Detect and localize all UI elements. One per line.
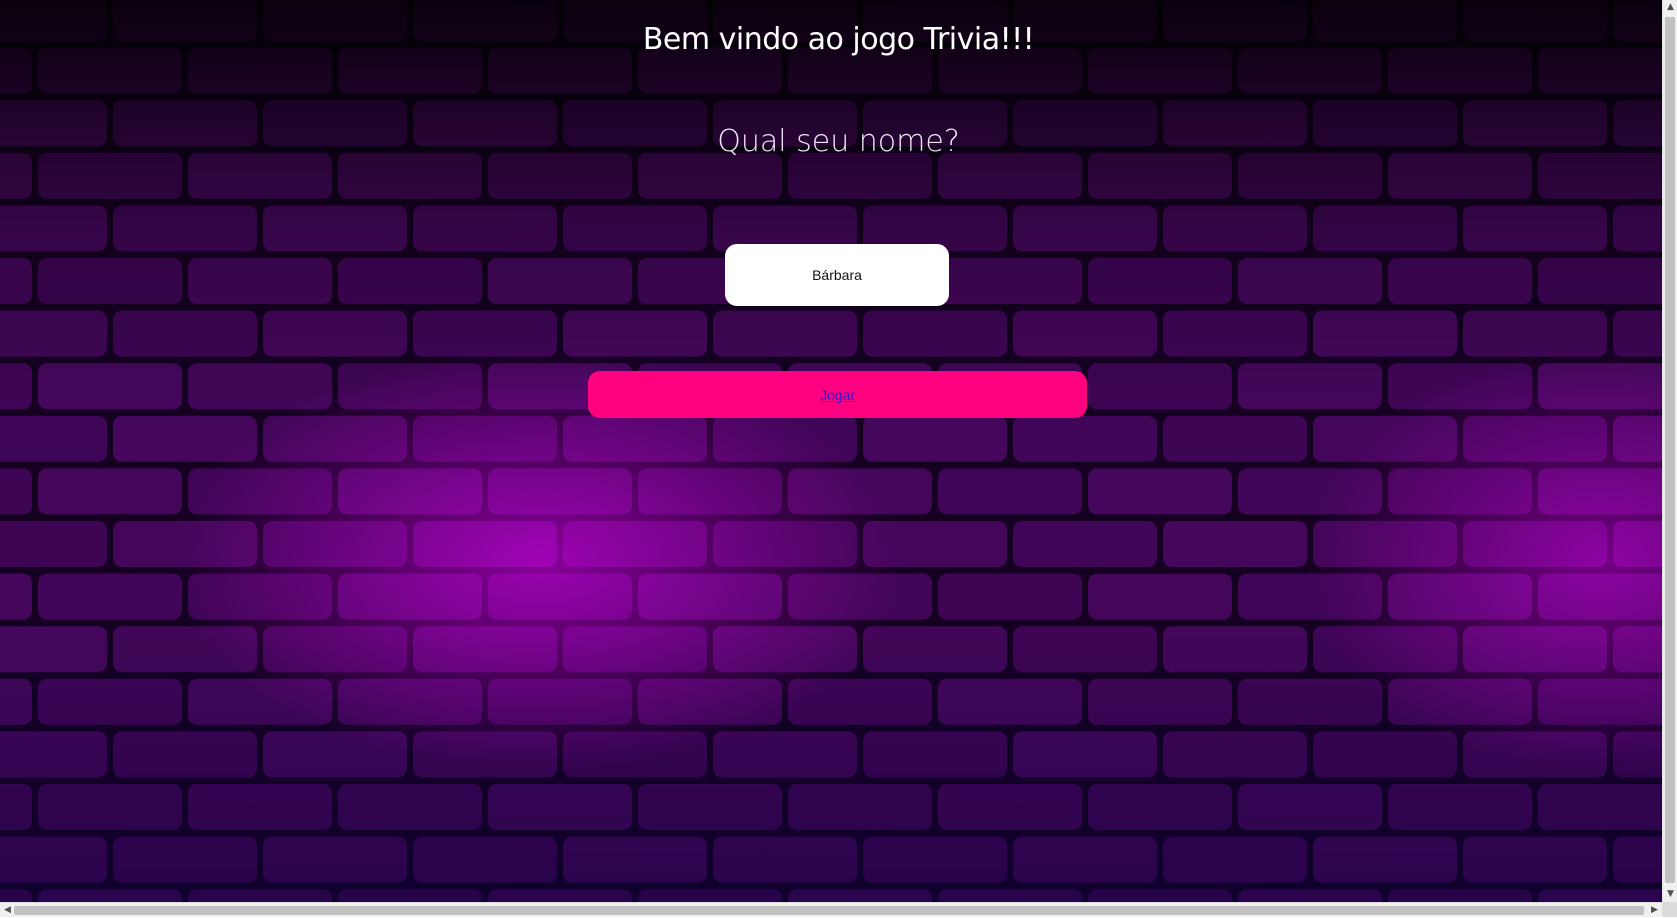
page-title: Bem vindo ao jogo Trivia!!! — [642, 22, 1035, 57]
page-viewport: Bem vindo ao jogo Trivia!!! Qual seu nom… — [0, 0, 1662, 902]
scroll-right-arrow-icon[interactable]: ▶ — [1647, 903, 1662, 918]
scroll-up-arrow-icon[interactable]: ▲ — [1663, 0, 1677, 15]
scroll-down-arrow-icon[interactable]: ▼ — [1663, 887, 1677, 902]
vertical-scroll-thumb[interactable] — [1665, 17, 1675, 883]
horizontal-scrollbar[interactable]: ◀ ▶ — [0, 902, 1662, 917]
welcome-screen: Bem vindo ao jogo Trivia!!! Qual seu nom… — [0, 0, 1662, 902]
player-name-input[interactable] — [725, 244, 949, 306]
scrollbar-corner — [1662, 902, 1677, 917]
name-question: Qual seu nome? — [717, 124, 960, 159]
horizontal-scroll-thumb[interactable] — [14, 906, 1644, 915]
play-link[interactable]: Jogar — [820, 387, 855, 403]
play-button[interactable]: Jogar — [588, 371, 1087, 418]
scroll-left-arrow-icon[interactable]: ◀ — [0, 903, 15, 918]
vertical-scrollbar[interactable]: ▲ ▼ — [1662, 0, 1677, 902]
